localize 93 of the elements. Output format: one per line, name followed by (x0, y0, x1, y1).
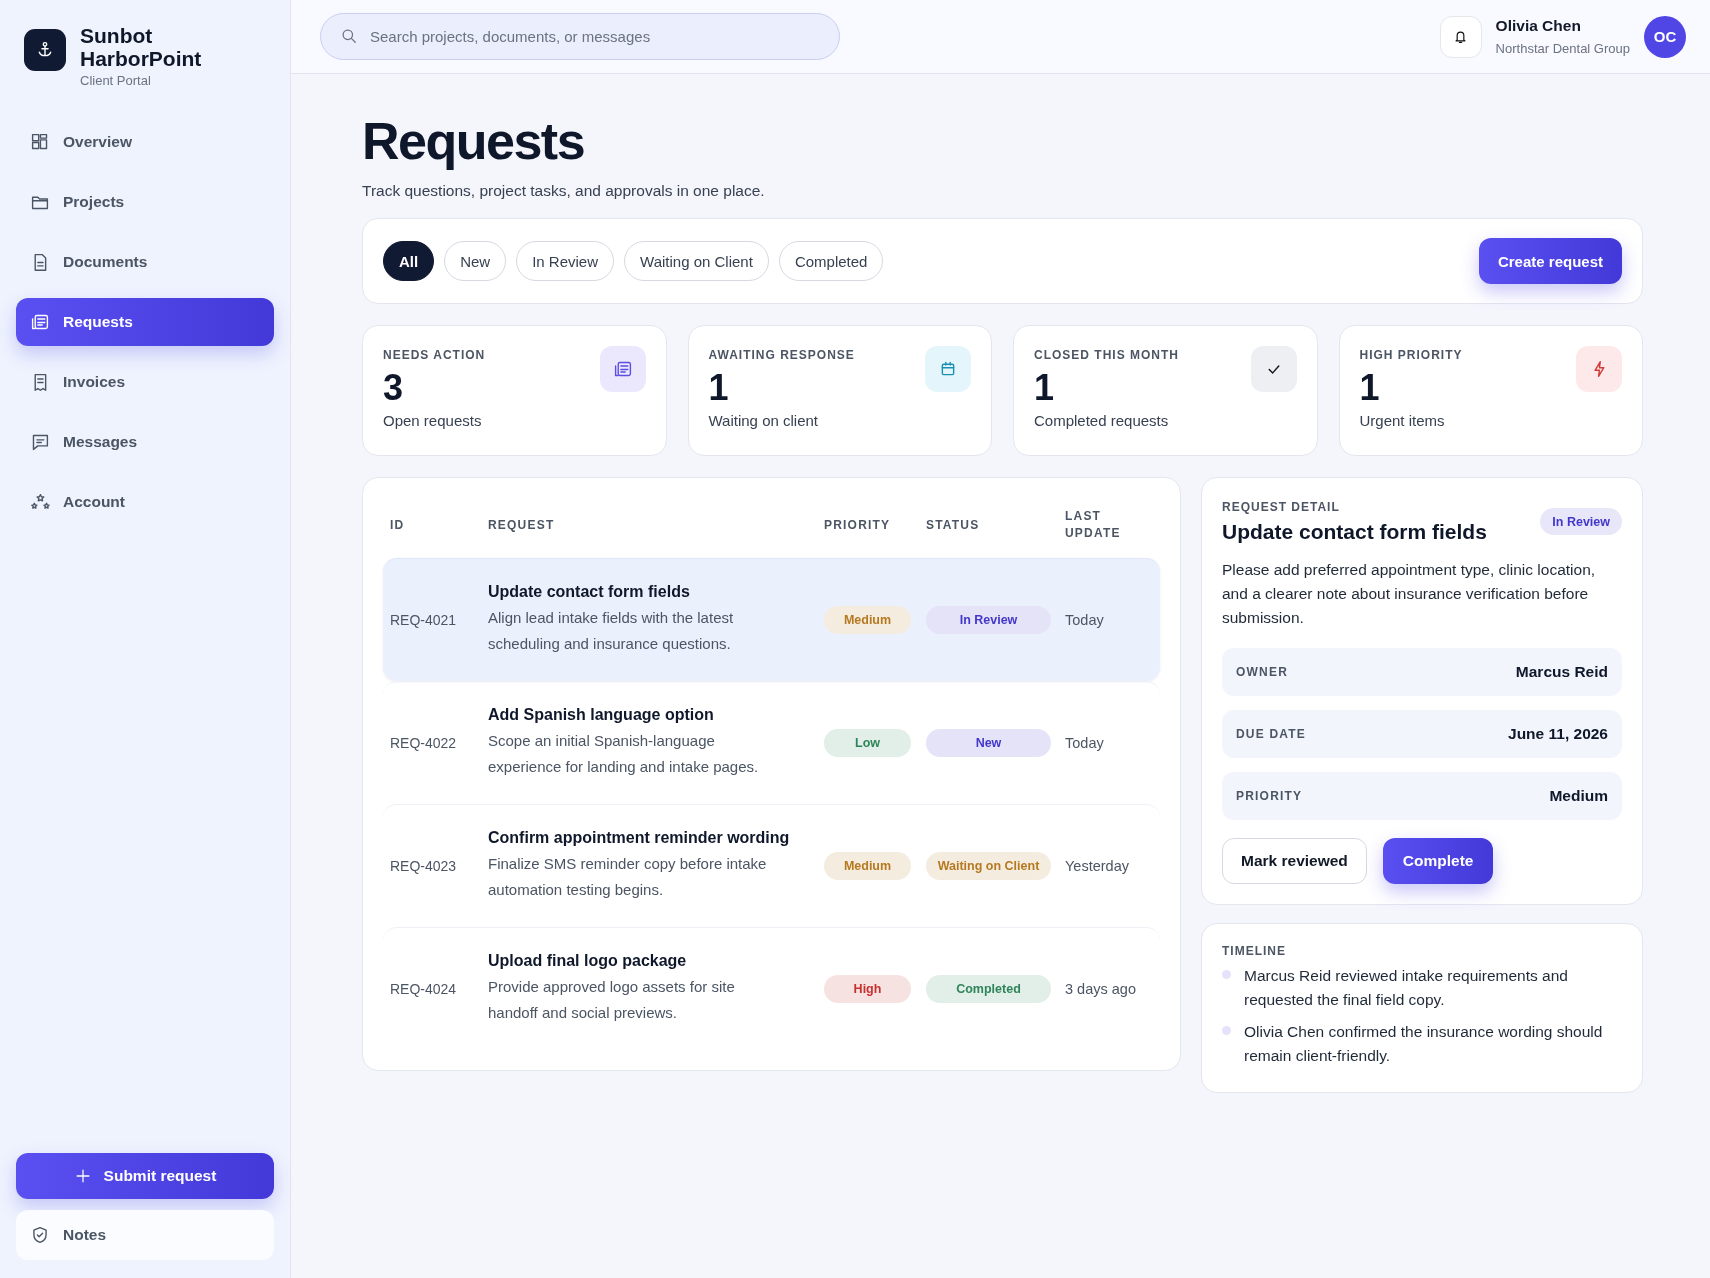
column-header: ID (390, 516, 406, 534)
request-title: Update contact form fields (488, 583, 691, 601)
user-name: Olivia Chen (1495, 17, 1582, 35)
filter-chip[interactable]: Waiting on Client (624, 241, 769, 281)
shield-icon (30, 1225, 50, 1245)
detail-description: Please add preferred appointment type, clinic location, and a clearer note about insurance verification before submission. (1222, 560, 1597, 628)
request-row[interactable]: REQ-4023 Confirm appointment reminder wording Finalize SMS reminder copy before intake automation testing begins. Medium Waiting on Client Yesterday (383, 804, 1160, 927)
notification-button[interactable] (1439, 15, 1482, 58)
column-header: STATUS (926, 516, 981, 534)
field-value: Medium (1549, 787, 1608, 805)
notes-link[interactable]: Notes (16, 1210, 274, 1260)
request-id: REQ-4022 (390, 735, 458, 751)
search-field[interactable]: Search projects, documents, or messages (320, 13, 840, 60)
stat-label: CLOSED THIS MONTH (1034, 348, 1179, 362)
timeline-entry: Marcus Reid reviewed intake requirements and requested the final field copy. (1244, 966, 1569, 1010)
request-row[interactable]: REQ-4022 Add Spanish language option Scope an initial Spanish-language experience for landing and intake pages. Low New Today (383, 681, 1160, 804)
stat-caption: Waiting on client (708, 412, 818, 429)
timeline-dot (1222, 970, 1231, 979)
grid-icon (30, 132, 50, 152)
stat-label: AWAITING RESPONSE (708, 348, 855, 362)
timeline-dot (1222, 1026, 1231, 1035)
request-id: REQ-4021 (390, 612, 458, 628)
nav-item[interactable]: Account (16, 478, 274, 526)
filter-chip[interactable]: New (444, 241, 507, 281)
request-title: Add Spanish language option (488, 706, 715, 724)
submit-request-button[interactable]: Submit request (16, 1153, 274, 1199)
status-tag: New (926, 729, 1051, 757)
request-description: Align lead intake fields with the latest scheduling and insurance questions. (488, 608, 735, 654)
filter-chip[interactable]: Completed (778, 241, 884, 281)
column-header: PRIORITY (824, 516, 892, 534)
stat-caption: Urgent items (1359, 412, 1445, 429)
filter-chip[interactable]: In Review (516, 241, 615, 281)
user-organization: Northstar Dental Group (1495, 41, 1630, 56)
nav-item[interactable]: Projects (16, 178, 274, 226)
list-icon (612, 359, 633, 379)
last-update: Today (1065, 735, 1105, 751)
last-update: Today (1065, 612, 1105, 628)
nav-item[interactable]: Documents (16, 238, 274, 286)
priority-tag: Low (824, 729, 911, 757)
priority-tag: Medium (824, 606, 911, 634)
stat-caption: Open requests (383, 412, 482, 429)
nav-item[interactable]: Invoices (16, 358, 274, 406)
field-value: Marcus Reid (1515, 663, 1608, 681)
request-id: REQ-4024 (390, 981, 458, 997)
page-title: Requests (362, 111, 586, 172)
request-description: Provide approved logo assets for site handoff and social previews. (488, 977, 736, 1023)
field-label: DUE DATE (1236, 727, 1307, 741)
request-description: Finalize SMS reminder copy before intake automation testing begins. (488, 854, 768, 900)
column-header: LAST UPDATE (1065, 508, 1122, 542)
stars-icon (30, 492, 50, 512)
field-value: June 11, 2026 (1508, 725, 1608, 743)
nav-item[interactable]: Overview (16, 118, 274, 166)
request-id: REQ-4023 (390, 858, 458, 874)
user-avatar[interactable]: OC (1644, 15, 1686, 58)
brand-subtitle: Client Portal (80, 73, 152, 88)
detail-title: Update contact form fields (1222, 520, 1487, 544)
column-header: REQUEST (488, 516, 556, 534)
last-update: Yesterday (1065, 858, 1130, 874)
mark-reviewed-button[interactable]: Mark reviewed (1222, 838, 1367, 884)
priority-tag: High (824, 975, 911, 1003)
request-title: Upload final logo package (488, 952, 688, 970)
panel-eyebrow: REQUEST DETAIL (1222, 500, 1341, 514)
list-icon (30, 312, 50, 332)
stat-value: 1 (1034, 368, 1055, 408)
stat-value: 1 (1359, 368, 1380, 408)
nav-item[interactable]: Messages (16, 418, 274, 466)
search-icon (340, 27, 358, 45)
page-subtitle: Track questions, project tasks, and approvals in one place. (362, 182, 766, 200)
stat-value: 1 (708, 368, 729, 408)
stat-label: NEEDS ACTION (383, 348, 486, 362)
priority-tag: Medium (824, 852, 911, 880)
status-tag: In Review (1540, 508, 1622, 535)
status-tag: Completed (926, 975, 1051, 1003)
create-request-button[interactable]: Create request (1478, 238, 1622, 284)
status-tag: In Review (926, 606, 1051, 634)
request-row[interactable]: REQ-4021 Update contact form fields Align lead intake fields with the latest scheduling and insurance questions. Medium In Review Today (383, 558, 1160, 681)
nav-item[interactable]: Requests (16, 298, 274, 346)
brand-name: Sunbot HarborPoint (80, 24, 203, 70)
last-update: 3 days ago (1065, 981, 1137, 997)
chat-icon (30, 432, 50, 452)
complete-button[interactable]: Complete (1382, 838, 1494, 884)
status-tag: Waiting on Client (926, 852, 1051, 880)
field-label: OWNER (1236, 665, 1288, 679)
request-description: Scope an initial Spanish-language experience for landing and intake pages. (488, 731, 760, 777)
timeline-entry: Olivia Chen confirmed the insurance wording should remain client-friendly. (1244, 1022, 1604, 1066)
stat-value: 3 (383, 368, 404, 408)
filter-chip[interactable]: All (383, 241, 435, 281)
request-title: Confirm appointment reminder wording (488, 829, 791, 847)
request-row[interactable]: REQ-4024 Upload final logo package Provide approved logo assets for site handoff and social previews. High Completed 3 days ago (383, 927, 1160, 1050)
stat-caption: Completed requests (1034, 412, 1169, 429)
timeline-title: TIMELINE (1222, 944, 1287, 958)
stat-label: HIGH PRIORITY (1359, 348, 1463, 362)
field-label: PRIORITY (1236, 789, 1303, 803)
